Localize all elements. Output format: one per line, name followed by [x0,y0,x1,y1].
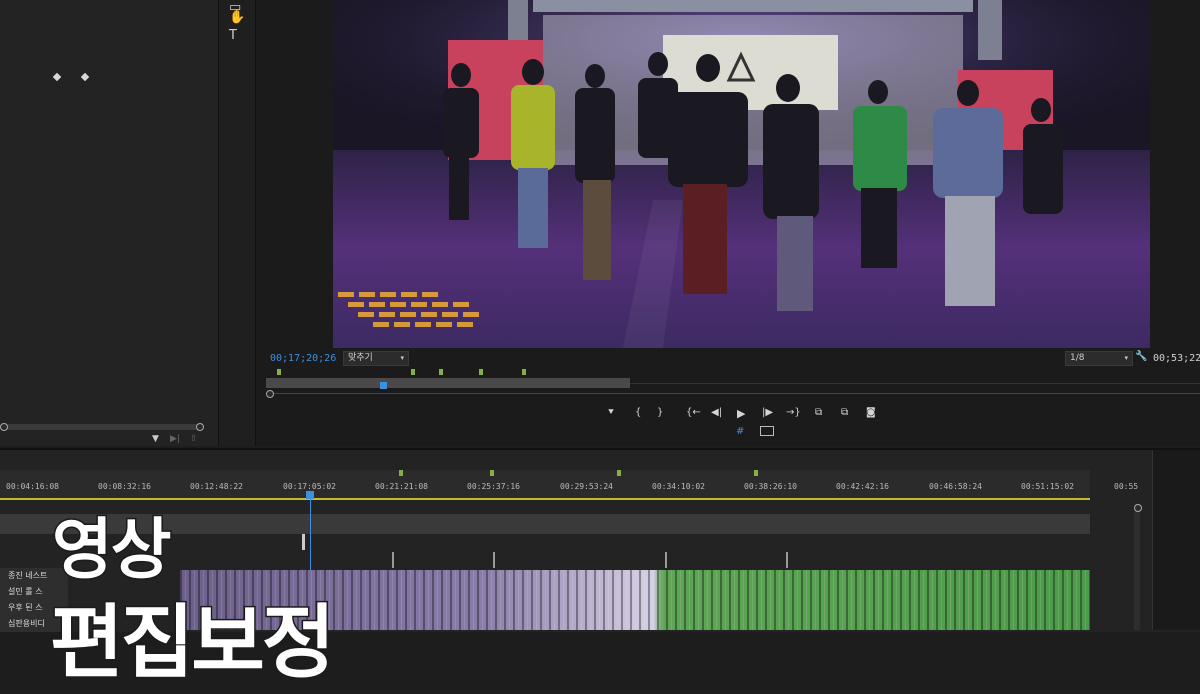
effect-controls-panel: ▼ ▶| ⇧ [0,0,219,446]
panel-scrollbar[interactable] [0,424,204,430]
marker-icon[interactable] [399,470,403,476]
program-video-frame [333,0,1150,348]
ruler-label: 00:21:21:08 [375,482,428,491]
edit-marker [665,552,667,568]
ruler-label: 00:51:15:02 [1021,482,1074,491]
monitor-time-ruler-track [630,383,1200,384]
marker-icon[interactable] [522,369,526,375]
ruler-label: 00:55 [1114,482,1139,491]
go-to-in-button[interactable]: {← [686,407,701,418]
wrench-settings-icon[interactable]: 🔧 [1135,351,1147,362]
keyframe-icon[interactable] [52,72,62,82]
chevron-down-icon: ▾ [1124,354,1128,362]
ruler-label: 00:08:32:16 [98,482,151,491]
step-forward-button[interactable]: |▶ [762,407,773,418]
playhead-icon[interactable] [380,382,387,389]
zoom-handle[interactable] [266,390,274,398]
edit-marker [392,552,394,568]
chevron-down-icon: ▾ [400,354,404,362]
overlay-title-line2: 편집보정 [48,595,336,691]
duration-timecode: 00;53;22;0 [1153,353,1200,364]
edit-marker [302,534,305,550]
marker-icon[interactable] [479,369,483,375]
play-button[interactable]: ▶ [737,407,745,420]
track-name: 설민 롤 스 [8,587,43,596]
ruler-label: 00:34:10:02 [652,482,705,491]
play-only-audio-icon[interactable]: ▶| [170,434,180,444]
fit-zoom-value: 맞추기 [348,353,373,363]
track-name: 우후 된 스 [8,603,43,612]
add-marker-button[interactable]: ⯆ [607,407,615,418]
step-back-button[interactable]: ◀| [711,407,722,418]
lift-button[interactable]: ⧉ [815,407,822,418]
ruler-label: 00:38:26:10 [744,482,797,491]
timeline-vertical-scrollbar[interactable] [1134,504,1140,630]
go-to-out-button[interactable]: →} [786,407,801,418]
monitor-time-ruler[interactable] [266,378,630,388]
marker-icon[interactable] [754,470,758,476]
zoom-scroll-bar[interactable] [266,393,1200,394]
hand-tool-icon[interactable]: ✋ [229,10,245,25]
marker-icon[interactable] [439,369,443,375]
type-tool-icon[interactable]: T [229,28,237,43]
resolution-value: 1/8 [1070,353,1085,363]
tools-panel: ▭ ✋ T [219,0,256,446]
scroll-handle[interactable] [1134,504,1142,512]
ruler-label: 00:17:05:02 [283,482,336,491]
resolution-dropdown[interactable]: 1/8 ▾ [1065,351,1133,366]
marker-icon[interactable] [277,369,281,375]
fit-zoom-dropdown[interactable]: 맞추기 ▾ [343,351,409,366]
ruler-label: 00:12:48:22 [190,482,243,491]
scroll-handle[interactable] [196,423,204,431]
ruler-label: 00:42:42:16 [836,482,889,491]
filter-icon[interactable]: ▼ [152,434,159,444]
edit-marker [493,552,495,568]
export-frame-camera-icon[interactable]: ◙ [866,407,876,418]
track-name: 종진 네스트 [8,571,48,580]
mark-out-button[interactable]: } [657,407,663,418]
scroll-handle[interactable] [0,423,8,431]
runway-scene-image [333,0,1150,348]
safe-margins-icon[interactable]: # [736,426,744,437]
audio-meters-panel [1152,450,1200,630]
comparison-view-icon[interactable] [760,426,774,436]
ruler-label: 00:29:53:24 [560,482,613,491]
marker-icon[interactable] [617,470,621,476]
marker-icon[interactable] [490,470,494,476]
export-icon[interactable]: ⇧ [190,434,198,444]
ruler-label: 00:04:16:08 [6,482,59,491]
ruler-label: 00:25:37:16 [467,482,520,491]
track-name: 심판용비디 [8,619,45,628]
ruler-label: 00:46:58:24 [929,482,982,491]
timeline-ruler[interactable] [0,470,1090,498]
current-timecode[interactable]: 00;17;20;26 [270,353,336,364]
extract-button[interactable]: ⧉ [841,407,848,418]
edit-marker [786,552,788,568]
mark-in-button[interactable]: { [635,407,641,418]
keyframe-icon[interactable] [80,72,90,82]
marker-icon[interactable] [411,369,415,375]
